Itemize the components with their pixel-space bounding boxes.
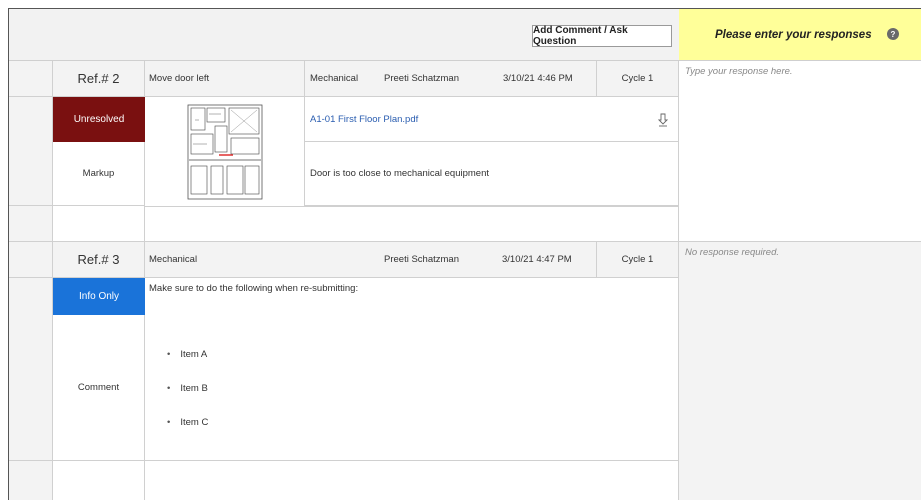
comment-title-text: Move door left [149,73,210,84]
status-label: Unresolved [73,114,125,125]
author-label: Preeti Schatzman [384,254,459,265]
attachment-link[interactable]: A1-01 First Floor Plan.pdf [310,114,418,125]
status-label: Info Only [78,291,120,302]
comment-type: Comment [53,315,145,461]
comment-type-label: Markup [82,168,115,179]
cycle-label: Cycle 1 [621,73,654,84]
attachment-row: A1-01 First Floor Plan.pdf [305,97,679,142]
ref-number: Ref.# 2 [53,61,145,97]
row-gutter [9,206,53,242]
responses-header: Please enter your responses ? [679,9,921,61]
comment-type: Markup [53,142,145,206]
markup-thumbnail[interactable] [145,97,305,206]
spacer-cell [53,461,145,500]
comment-body: Door is too close to mechanical equipmen… [305,142,679,206]
list-item: Item C [167,405,208,439]
comment-body-text: Make sure to do the following when re-su… [149,283,359,294]
list-item: Item B [167,371,208,405]
list-item: Item A [167,337,208,371]
comment-body: Make sure to do the following when re-su… [145,278,679,461]
response-area: No response required. [679,242,921,500]
comment-title: Move door left [145,61,305,97]
spacer-cell [145,206,679,242]
comment-type-label: Comment [77,382,120,393]
row-gutter [9,242,53,278]
no-response-note: No response required. [685,247,779,258]
cycle-cell: Cycle 1 [597,242,679,278]
comment-meta: Mechanical Preeti Schatzman 3/10/21 4:46… [305,61,597,97]
floor-plan-thumbnail-icon [187,104,262,199]
ref-label: Ref.# 2 [77,71,120,86]
status-badge: Info Only [53,278,145,315]
discipline-label: Mechanical [149,254,198,265]
date-label: 3/10/21 4:46 PM [503,73,573,84]
help-icon[interactable]: ? [887,28,899,40]
date-label: 3/10/21 4:47 PM [502,254,572,265]
author-label: Preeti Schatzman [384,73,459,84]
discipline-label: Mechanical [310,73,359,84]
spacer-cell [53,206,145,242]
download-icon[interactable] [658,113,668,127]
comment-toolbar: Add Comment / Ask Question [9,9,679,61]
bullet-list: Item A Item B Item C [167,337,208,439]
add-comment-button[interactable]: Add Comment / Ask Question [532,25,672,47]
row-gutter [9,461,53,500]
status-badge: Unresolved [53,97,145,142]
row-gutter [9,97,53,206]
response-input-area[interactable]: Type your response here. [679,61,921,242]
spacer-cell [145,461,679,500]
cycle-cell: Cycle 1 [597,61,679,97]
ref-number: Ref.# 3 [53,242,145,278]
row-gutter [9,278,53,461]
comment-meta: Mechanical Preeti Schatzman 3/10/21 4:47… [145,242,597,278]
comment-panel: Add Comment / Ask Question Please enter … [8,8,921,500]
ref-label: Ref.# 3 [77,252,120,267]
responses-header-label: Please enter your responses [715,28,872,41]
row-gutter [9,61,53,97]
comment-body-text: Door is too close to mechanical equipmen… [310,168,490,179]
cycle-label: Cycle 1 [621,254,654,265]
response-placeholder[interactable]: Type your response here. [685,66,793,77]
